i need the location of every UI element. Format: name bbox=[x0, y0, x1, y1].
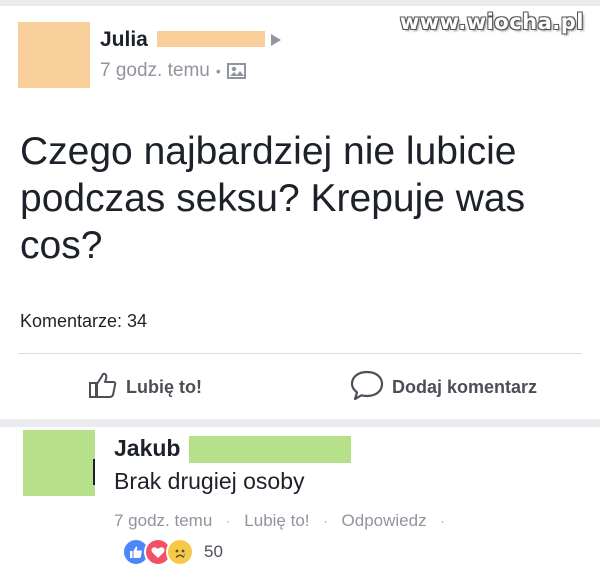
caret-right-icon bbox=[271, 34, 281, 46]
comments-count[interactable]: Komentarze: 34 bbox=[20, 311, 147, 332]
post-meta: 7 godz. temu • bbox=[100, 60, 247, 82]
sad-icon bbox=[166, 538, 194, 566]
comment-text: Brak drugiej osoby bbox=[114, 468, 305, 494]
thumbs-up-icon bbox=[88, 370, 118, 405]
meta-separator: · bbox=[440, 514, 445, 528]
post-author-name[interactable]: Julia bbox=[100, 28, 148, 52]
watermark: www.wiocha.pl bbox=[399, 10, 584, 34]
like-button[interactable]: Lubię to! bbox=[88, 368, 202, 406]
meta-separator: · bbox=[226, 514, 231, 528]
meta-separator: · bbox=[323, 514, 328, 528]
comment-edge bbox=[93, 459, 95, 485]
comment-label: Dodaj komentarz bbox=[392, 376, 538, 397]
comment-button[interactable]: Dodaj komentarz bbox=[350, 368, 537, 406]
reactions-count: 50 bbox=[204, 542, 223, 561]
comment-timestamp[interactable]: 7 godz. temu bbox=[114, 511, 212, 531]
comment-author-name[interactable]: Jakub bbox=[114, 435, 180, 462]
privacy-icon[interactable] bbox=[226, 62, 247, 80]
meta-separator: • bbox=[215, 63, 221, 79]
comment-meta: 7 godz. temu · Lubię to! · Odpowiedz · bbox=[114, 511, 459, 531]
avatar[interactable] bbox=[18, 22, 90, 88]
comment-like-link[interactable]: Lubię to! bbox=[244, 511, 309, 531]
divider bbox=[18, 353, 582, 354]
speech-bubble-icon bbox=[350, 369, 384, 406]
like-label: Lubię to! bbox=[126, 376, 202, 397]
reactions-summary[interactable]: 50 bbox=[122, 538, 223, 566]
redacted-surname bbox=[189, 436, 351, 463]
top-strip bbox=[0, 0, 600, 6]
avatar[interactable] bbox=[23, 430, 95, 496]
comment-reply-link[interactable]: Odpowiedz bbox=[342, 511, 427, 531]
redacted-surname bbox=[157, 31, 265, 47]
post-timestamp[interactable]: 7 godz. temu bbox=[100, 60, 210, 82]
section-divider bbox=[0, 419, 600, 427]
post-text: Czego najbardziej nie lubicie podczas se… bbox=[20, 130, 526, 267]
